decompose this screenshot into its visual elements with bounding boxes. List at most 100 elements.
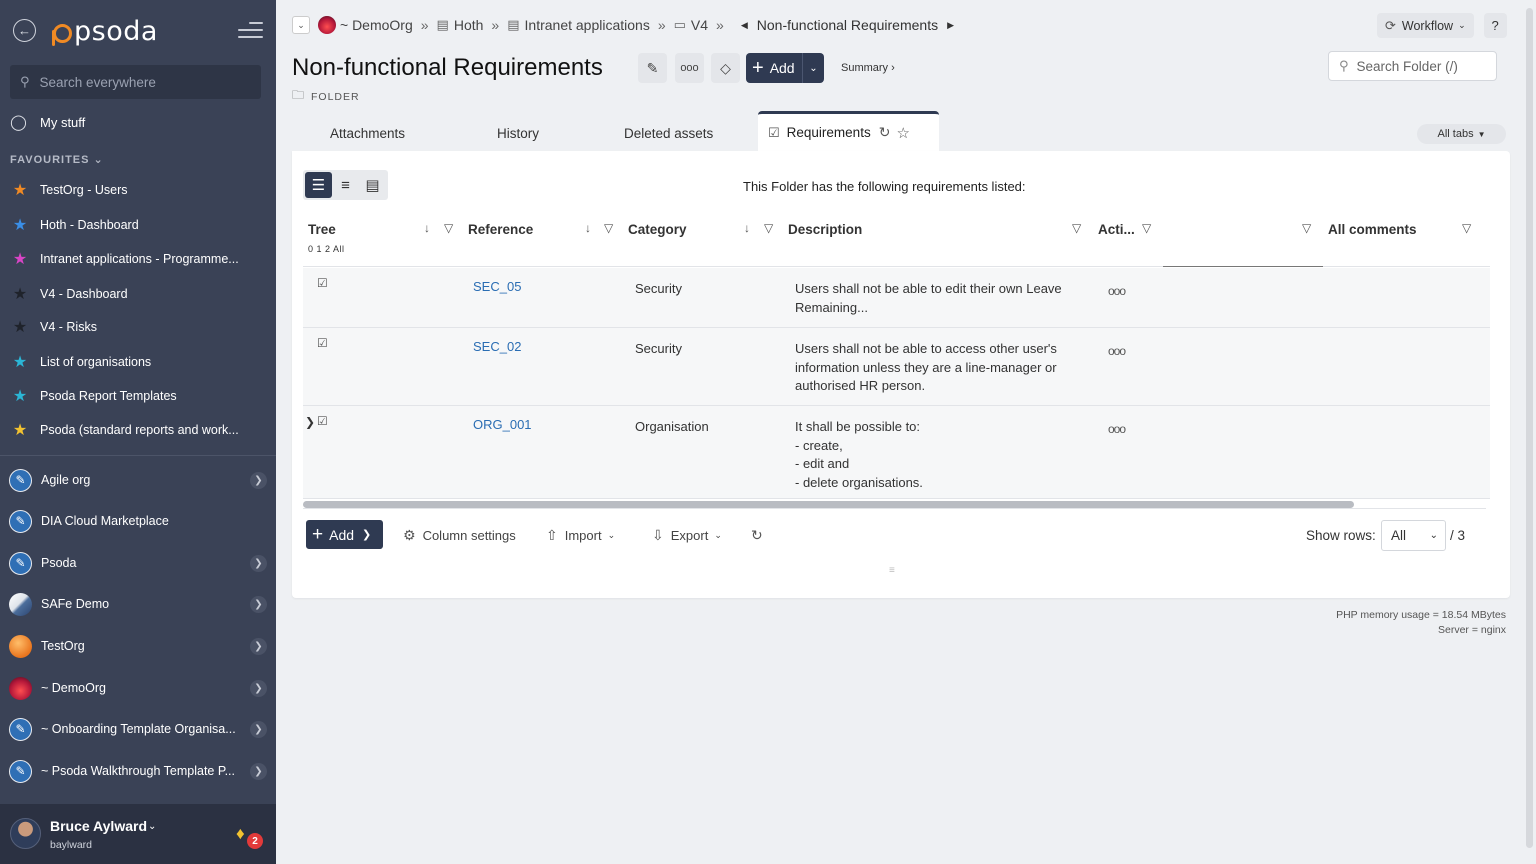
breadcrumb-item[interactable]: V4 [691, 17, 708, 33]
refresh-table-button[interactable]: ↻ [751, 527, 770, 544]
view-compact-icon[interactable]: ≡ [332, 172, 359, 198]
global-search[interactable]: ⚲ [10, 65, 261, 99]
favourites-header[interactable]: FAVOURITES ⌄ [10, 153, 104, 166]
collapse-sidebar-icon[interactable] [238, 22, 263, 40]
requirement-reference-link[interactable]: SEC_02 [473, 338, 521, 357]
row-actions-button[interactable]: ooo [1108, 344, 1126, 358]
scrollbar-thumb[interactable] [1526, 8, 1533, 848]
my-stuff-link[interactable]: ◯ My stuff [10, 113, 85, 131]
org-item[interactable]: ✎ Agile org ❯ [9, 466, 267, 494]
filter-icon[interactable]: ▽ [1072, 221, 1081, 235]
tab-attachments[interactable]: Attachments [330, 126, 405, 141]
row-actions-button[interactable]: ooo [1108, 422, 1126, 436]
filter-icon[interactable]: ▽ [604, 221, 613, 235]
chevron-right-icon[interactable]: ❯ [250, 595, 267, 613]
column-header-description[interactable]: Description [788, 222, 862, 237]
more-actions-button[interactable]: ooo [675, 53, 704, 83]
favourite-item[interactable]: ★ Psoda Report Templates [10, 386, 177, 406]
sort-arrow-icon[interactable]: ↓ [585, 221, 591, 235]
filter-icon[interactable]: ▽ [1142, 221, 1151, 235]
folder-search-input[interactable] [1356, 58, 1487, 74]
favourite-item[interactable]: ★ List of organisations [10, 352, 151, 372]
global-search-input[interactable] [39, 74, 240, 90]
favourite-star-icon[interactable]: ☆ [896, 124, 909, 142]
expand-row-icon[interactable]: ❯ [305, 415, 315, 429]
column-header-category[interactable]: Category [628, 222, 687, 237]
summary-link[interactable]: Summary › [841, 62, 895, 74]
back-arrow-icon[interactable]: ← [13, 19, 36, 42]
export-button[interactable]: ⇩ Export ⌄ [652, 527, 722, 544]
tab-deleted-assets[interactable]: Deleted assets [624, 126, 713, 141]
breadcrumb-item[interactable]: Hoth [454, 17, 484, 33]
filter-icon[interactable]: ▽ [764, 221, 773, 235]
show-rows-select[interactable]: All ⌄ [1381, 520, 1446, 551]
filter-icon[interactable]: ▽ [1462, 221, 1471, 235]
favourite-item[interactable]: ★ V4 - Risks [10, 317, 97, 337]
tree-level-selector[interactable]: 0 1 2 All [308, 244, 345, 254]
next-sibling-icon[interactable]: ▶ [947, 20, 954, 31]
chevron-right-icon[interactable]: ❯ [250, 720, 267, 738]
add-requirement-button[interactable]: + Add ❯ [306, 520, 383, 549]
favourite-item[interactable]: ★ V4 - Dashboard [10, 284, 128, 304]
filter-icon[interactable]: ▽ [1302, 221, 1311, 235]
favourite-item[interactable]: ★ Hoth - Dashboard [10, 215, 139, 235]
org-item[interactable]: ✎ DIA Cloud Marketplace [9, 507, 267, 535]
requirement-reference-link[interactable]: ORG_001 [473, 416, 532, 435]
panel-resize-handle-icon[interactable]: ≡ [889, 565, 895, 576]
org-item[interactable]: SAFe Demo ❯ [9, 590, 267, 618]
org-item[interactable]: TestOrg ❯ [9, 632, 267, 660]
tab-history[interactable]: History [497, 126, 539, 141]
sort-arrow-icon[interactable]: ↓ [424, 221, 430, 235]
chevron-right-icon[interactable]: ❯ [250, 637, 267, 655]
column-header-actions[interactable]: Acti... [1098, 222, 1135, 237]
workflow-button[interactable]: ⟳ Workflow ⌄ [1377, 13, 1474, 38]
add-button[interactable]: + Add ⌄ [746, 53, 824, 83]
chevron-right-icon[interactable]: ❯ [250, 762, 267, 780]
help-button[interactable]: ? [1483, 13, 1507, 38]
requirement-reference-link[interactable]: SEC_05 [473, 278, 521, 297]
table-row[interactable]: ☑ SEC_05 Security Users shall not be abl… [303, 268, 1490, 328]
column-header-tree[interactable]: Tree [308, 222, 336, 237]
filter-icon[interactable]: ▽ [444, 221, 453, 235]
column-header-reference[interactable]: Reference [468, 222, 533, 237]
org-item[interactable]: ✎ Psoda ❯ [9, 549, 267, 577]
view-comfortable-icon[interactable]: ☰ [305, 172, 332, 198]
column-settings-button[interactable]: ⚙ Column settings [403, 527, 516, 544]
org-item[interactable]: ~ DemoOrg ❯ [9, 674, 267, 702]
table-row[interactable]: ❯ ☑ ORG_001 Organisation It shall be pos… [303, 406, 1490, 499]
chevron-right-icon[interactable]: ❯ [250, 471, 267, 489]
breadcrumb-separator: » [420, 17, 429, 33]
org-item[interactable]: ✎ ~ Psoda Walkthrough Template P... ❯ [9, 757, 267, 785]
table-row[interactable]: ☑ SEC_02 Security Users shall not be abl… [303, 328, 1490, 406]
chevron-down-icon[interactable]: ⌄ [802, 53, 824, 83]
refresh-icon[interactable]: ↻ [879, 124, 891, 141]
logo-text: psoda [74, 15, 158, 47]
horizontal-scrollbar[interactable] [303, 501, 1354, 508]
breadcrumb-dropdown-button[interactable]: ⌄ [292, 16, 310, 34]
requirements-icon: ☑ [768, 124, 780, 140]
psoda-logo[interactable]: psoda [50, 14, 158, 48]
chevron-right-icon[interactable]: ❯ [250, 554, 267, 572]
column-header-comments[interactable]: All comments [1328, 222, 1417, 237]
page-scrollbar[interactable] [1523, 0, 1536, 864]
favourite-item[interactable]: ★ Intranet applications - Programme... [10, 249, 239, 269]
chevron-down-icon[interactable]: ⌄ [148, 821, 156, 832]
sort-arrow-icon[interactable]: ↓ [744, 221, 750, 235]
favourite-item[interactable]: ★ TestOrg - Users [10, 180, 128, 200]
previous-sibling-icon[interactable]: ◀ [741, 20, 748, 31]
tab-requirements[interactable]: ☑ Requirements ↻ ☆ [758, 111, 939, 151]
favourite-item[interactable]: ★ Psoda (standard reports and work... [10, 420, 239, 440]
user-panel[interactable]: Bruce Aylward ⌄ baylward ♦ 2 [0, 804, 276, 864]
all-tabs-dropdown[interactable]: All tabs ▼ [1417, 124, 1506, 144]
tag-button[interactable]: ◇ [711, 53, 740, 83]
chevron-right-icon[interactable]: ❯ [250, 679, 267, 697]
edit-button[interactable]: ✎ [638, 53, 667, 83]
org-item[interactable]: ✎ ~ Onboarding Template Organisa... ❯ [9, 715, 267, 743]
view-dense-icon[interactable]: ▤ [359, 172, 386, 198]
import-button[interactable]: ⇧ Import ⌄ [546, 527, 615, 544]
folder-search[interactable]: ⚲ [1328, 51, 1497, 81]
notifications-button[interactable]: ♦ 2 [236, 824, 263, 850]
breadcrumb-item[interactable]: ~ DemoOrg [340, 17, 413, 33]
breadcrumb-item[interactable]: Intranet applications [525, 17, 650, 33]
row-actions-button[interactable]: ooo [1108, 284, 1126, 298]
